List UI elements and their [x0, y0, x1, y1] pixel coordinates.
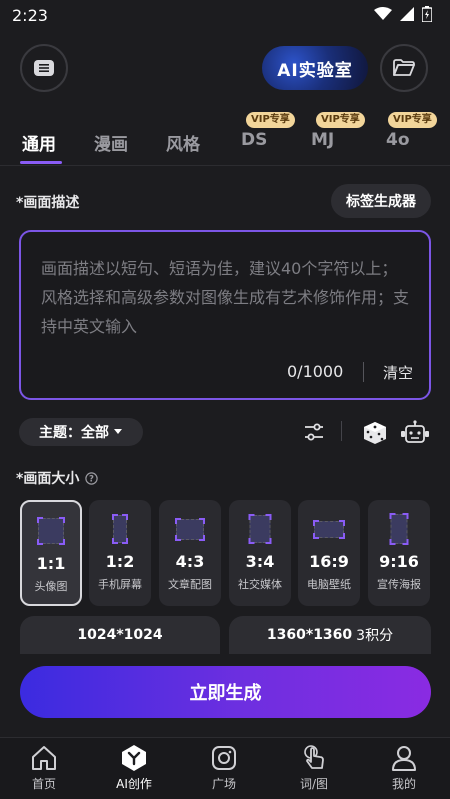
character-count: 0/1000 [287, 362, 344, 381]
square-icon [212, 746, 236, 770]
ratio-preview [175, 518, 205, 541]
generate-button[interactable]: 立即生成 [20, 666, 431, 718]
ratio-option-16-9[interactable]: 16:9 电脑壁纸 [298, 500, 360, 606]
signal-icon [400, 7, 414, 21]
home-icon [32, 746, 56, 770]
help-icon[interactable]: ? [85, 471, 99, 485]
ai-create-icon [122, 745, 146, 771]
tab-4o-label: 4o [386, 130, 410, 150]
ratio-preview [389, 513, 409, 545]
ratio-preview [112, 514, 128, 544]
adjust-sliders-icon[interactable] [302, 420, 326, 444]
ratio-option-4-3[interactable]: 4:3 文章配图 [159, 500, 221, 606]
menu-button[interactable] [20, 44, 68, 92]
robot-icon[interactable] [400, 420, 430, 446]
size-label-text: *画面大小 [16, 471, 80, 487]
active-tab-indicator [20, 161, 62, 164]
description-input[interactable]: 画面描述以短句、短语为佳，建议40个字符以上；风格选择和高级参数对图像生成有艺术… [19, 230, 431, 400]
divider [341, 421, 342, 441]
tab-general-label: 通用 [22, 135, 56, 155]
status-icons [374, 6, 432, 22]
folder-button[interactable] [380, 44, 428, 92]
nav-word-image[interactable]: 词/图 [279, 744, 349, 792]
tab-comic[interactable]: 漫画 [94, 130, 128, 155]
vip-badge: VIP专享 [316, 112, 365, 128]
resolution-text: 1024*1024 [77, 627, 163, 643]
nav-square[interactable]: 广场 [189, 744, 259, 792]
tab-style[interactable]: 风格 [166, 130, 200, 155]
ratio-preview [37, 517, 65, 545]
menu-icon [34, 60, 54, 76]
ratio-option-9-16[interactable]: 9:16 宣传海报 [368, 500, 430, 606]
touch-icon [304, 745, 324, 769]
theme-label: 主题：全部 [39, 425, 109, 441]
nav-ai-create[interactable]: AI创作 [99, 744, 169, 792]
tag-generator-button[interactable]: 标签生成器 [331, 184, 431, 218]
nav-word-image-label: 词/图 [299, 777, 329, 791]
ratio-name: 头像图 [34, 580, 68, 593]
category-tabs: 通用 漫画 风格 DS MJ 4o VIP专享 VIP专享 VIP专享 [0, 112, 450, 166]
resolution-option-hd[interactable]: 1360*1360 3积分 [229, 616, 431, 654]
ratio-value: 1:2 [105, 552, 135, 571]
tab-ds[interactable]: DS [241, 130, 267, 150]
tab-comic-label: 漫画 [94, 135, 128, 155]
tab-mj[interactable]: MJ [311, 130, 334, 150]
ratio-value: 16:9 [309, 552, 349, 571]
dice-icon[interactable] [362, 420, 388, 446]
tab-mj-label: MJ [311, 130, 335, 150]
nav-home-label: 首页 [31, 777, 56, 791]
vip-badge: VIP专享 [246, 112, 295, 128]
tab-4o[interactable]: 4o [386, 130, 410, 150]
folder-icon [393, 59, 415, 76]
ratio-name: 社交媒体 [238, 578, 282, 591]
nav-ai-create-label: AI创作 [116, 777, 152, 791]
resolution-cost: 3积分 [356, 628, 394, 644]
ratio-option-1-2[interactable]: 1:2 手机屏幕 [89, 500, 151, 606]
size-label: *画面大小 ? [16, 468, 99, 488]
battery-icon [422, 6, 432, 22]
nav-mine[interactable]: 我的 [369, 744, 439, 792]
ratio-name: 宣传海报 [377, 578, 421, 591]
svg-text:?: ? [89, 474, 94, 484]
tab-style-label: 风格 [166, 135, 200, 155]
nav-square-label: 广场 [211, 777, 236, 791]
vip-badge: VIP专享 [388, 112, 437, 128]
ratio-option-3-4[interactable]: 3:4 社交媒体 [229, 500, 291, 606]
ratio-preview [313, 520, 345, 539]
description-label: *画面描述 [16, 195, 80, 211]
bottom-nav: 首页 AI创作 广场 词/图 我的 [0, 737, 450, 799]
theme-selector[interactable]: 主题：全部 [19, 418, 143, 446]
ai-lab-title: AI实验室 [262, 46, 368, 90]
ratio-value: 1:1 [36, 554, 66, 573]
clear-button[interactable]: 清空 [383, 362, 413, 383]
ai-lab-title-text: AI实验室 [277, 60, 353, 81]
status-time: 2:23 [12, 6, 48, 25]
nav-mine-label: 我的 [391, 777, 416, 791]
ratio-value: 4:3 [175, 552, 205, 571]
resolution-text: 1360*1360 [266, 627, 353, 643]
ratio-preview [248, 514, 272, 544]
wifi-icon [374, 7, 392, 20]
tab-ds-label: DS [241, 130, 268, 150]
tab-general[interactable]: 通用 [22, 130, 56, 155]
nav-home[interactable]: 首页 [9, 744, 79, 792]
ratio-name: 文章配图 [168, 578, 212, 591]
chevron-down-icon [114, 429, 122, 434]
user-icon [392, 746, 416, 771]
ratio-option-1-1[interactable]: 1:1 头像图 [20, 500, 82, 606]
divider [363, 362, 364, 382]
ratio-value: 9:16 [379, 552, 419, 571]
ratio-name: 电脑壁纸 [307, 578, 351, 591]
ratio-value: 3:4 [245, 552, 275, 571]
description-placeholder: 画面描述以短句、短语为佳，建议40个字符以上；风格选择和高级参数对图像生成有艺术… [41, 259, 410, 336]
resolution-option-standard[interactable]: 1024*1024 [20, 616, 220, 654]
ratio-name: 手机屏幕 [98, 578, 142, 591]
